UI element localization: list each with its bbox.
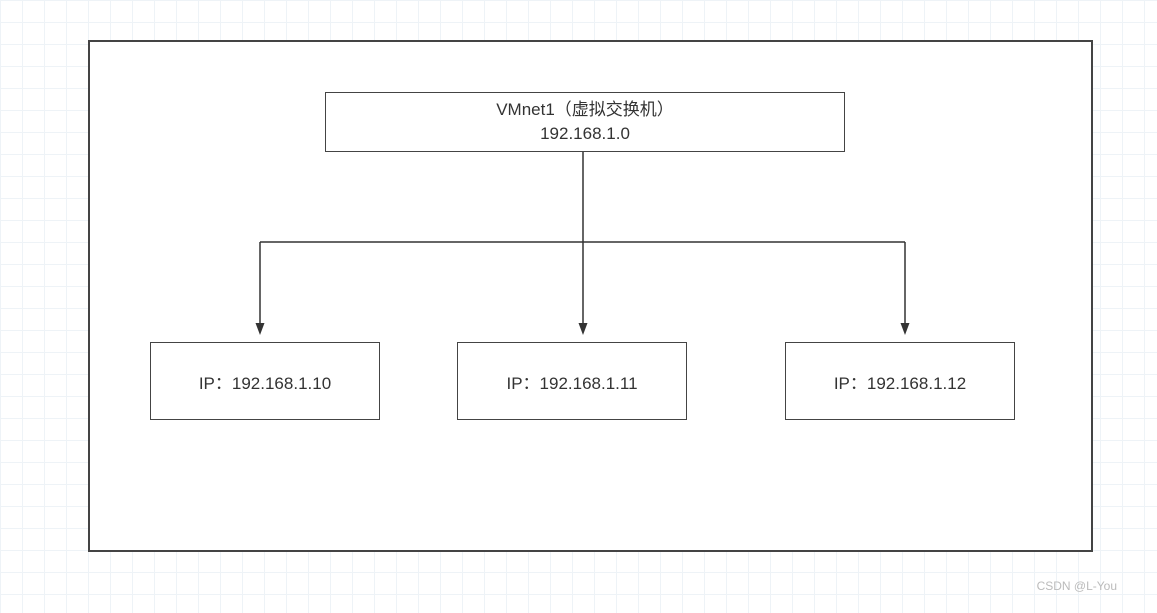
- switch-box: VMnet1（虚拟交换机） 192.168.1.0: [325, 92, 845, 152]
- host-node-3: IP：192.168.1.12: [785, 342, 1015, 420]
- watermark: CSDN @L-You: [1037, 579, 1117, 593]
- host-node-1-label: IP：192.168.1.10: [199, 369, 331, 394]
- host-node-2-label: IP：192.168.1.11: [506, 369, 637, 394]
- diagram-container: VMnet1（虚拟交换机） 192.168.1.0 IP：192.168.1.1…: [88, 40, 1093, 552]
- switch-subnet: 192.168.1.0: [540, 122, 630, 146]
- host-node-2: IP：192.168.1.11: [457, 342, 687, 420]
- host-node-1: IP：192.168.1.10: [150, 342, 380, 420]
- switch-title: VMnet1（虚拟交换机）: [496, 98, 674, 122]
- host-node-3-label: IP：192.168.1.12: [834, 369, 966, 394]
